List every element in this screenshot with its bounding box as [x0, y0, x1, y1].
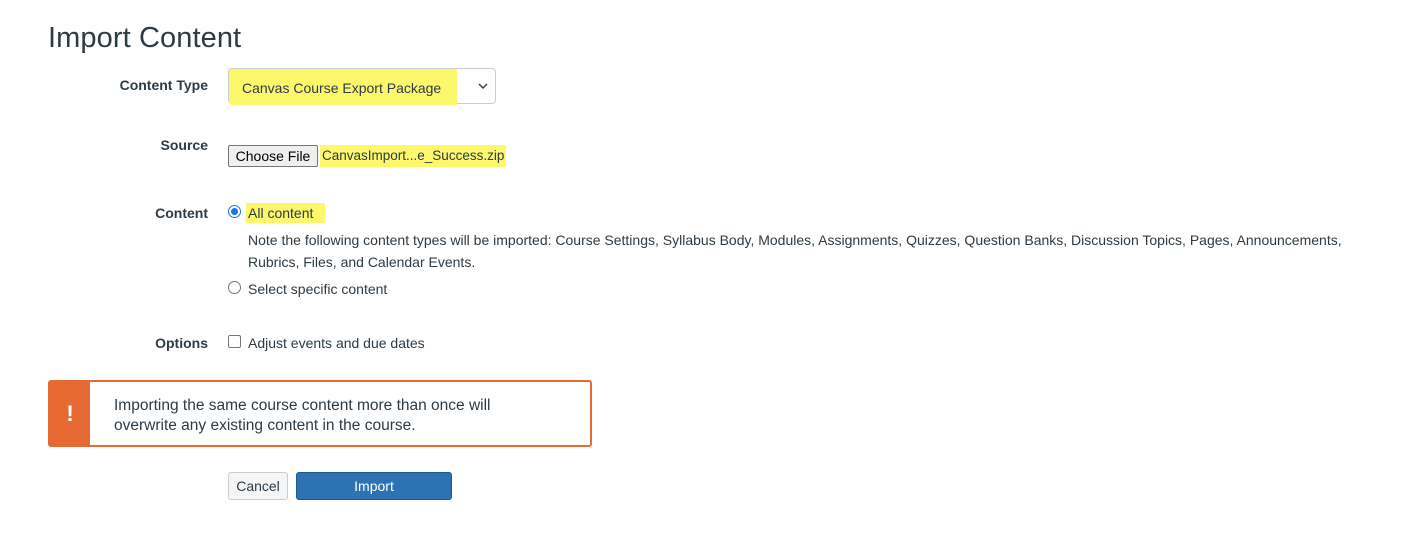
- adjust-dates-label[interactable]: Adjust events and due dates: [248, 335, 425, 351]
- cancel-button[interactable]: Cancel: [228, 472, 288, 500]
- content-type-label: Content Type: [119, 77, 208, 93]
- import-button[interactable]: Import: [296, 472, 452, 500]
- exclamation-icon: !: [66, 401, 74, 426]
- page-title: Import Content: [48, 22, 242, 54]
- select-specific-content-label[interactable]: Select specific content: [248, 281, 387, 297]
- choose-file-button[interactable]: Choose File: [228, 145, 318, 167]
- content-label: Content: [155, 205, 208, 221]
- selected-file-name: CanvasImport...e_Success.zip: [320, 145, 507, 167]
- select-specific-content-radio[interactable]: [228, 281, 241, 294]
- options-label: Options: [155, 335, 208, 351]
- all-content-label[interactable]: All content: [246, 203, 326, 223]
- chevron-down-icon: [478, 83, 488, 89]
- alert-icon-box: !: [50, 382, 90, 445]
- all-content-radio[interactable]: [228, 205, 241, 218]
- content-type-selected-value: Canvas Course Export Package: [242, 80, 442, 96]
- source-label: Source: [160, 137, 208, 153]
- alert-message: Importing the same course content more t…: [114, 397, 491, 434]
- warning-alert: ! Importing the same course content more…: [48, 380, 592, 447]
- adjust-dates-checkbox[interactable]: [228, 335, 241, 348]
- content-type-select[interactable]: Canvas Course Export Package: [228, 68, 496, 105]
- content-types-note: Note the following content types will be…: [248, 232, 1342, 270]
